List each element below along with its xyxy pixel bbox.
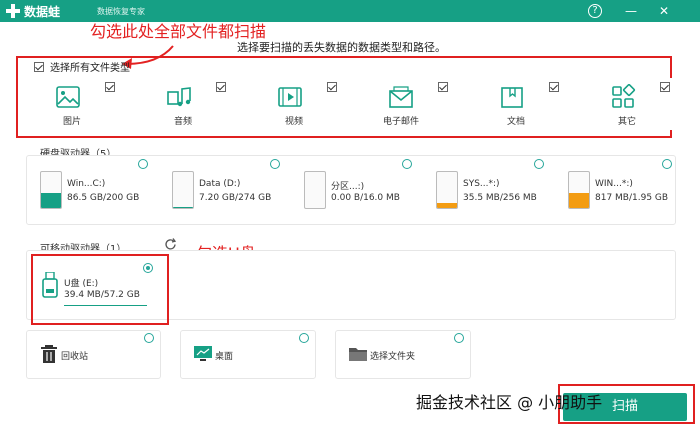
drive-radio[interactable] — [662, 159, 672, 169]
drive-size: 0.00 B/16.0 MB — [331, 193, 400, 203]
drive-name: WIN...*:) — [595, 179, 633, 189]
drive-icon — [436, 171, 458, 209]
drive-size: 35.5 MB/256 MB — [463, 193, 537, 203]
trash-icon — [41, 345, 57, 363]
location-recycle-bin[interactable]: 回收站 — [26, 330, 161, 379]
usb-usage-bar — [64, 305, 147, 306]
drive-usage-fill — [41, 192, 61, 208]
drive-size: 39.4 MB/57.2 GB — [64, 290, 140, 300]
type-label: 文档 — [507, 117, 526, 127]
type-checkbox[interactable] — [438, 82, 448, 92]
app-name: 数据蛙 — [24, 5, 61, 19]
type-checkbox[interactable] — [327, 82, 337, 92]
type-checkbox[interactable] — [549, 82, 559, 92]
drive-radio[interactable] — [402, 159, 412, 169]
type-card-other[interactable]: 其它 — [595, 78, 688, 130]
other-icon — [612, 84, 636, 108]
drive-item[interactable]: WIN...*:) 817 MB/1.95 GB — [568, 159, 692, 217]
drive-icon — [40, 171, 62, 209]
drive-usage-fill — [437, 202, 457, 208]
drive-usage-fill — [173, 206, 193, 208]
select-all-checkbox[interactable] — [34, 61, 44, 72]
usb-drive-item[interactable]: U盘 (E:) 39.4 MB/57.2 GB — [42, 263, 162, 316]
type-label: 电子邮件 — [383, 117, 420, 127]
drive-size: 7.20 GB/274 GB — [199, 193, 272, 203]
location-choose-folder[interactable]: 选择文件夹 — [335, 330, 471, 379]
drive-name: SYS...*:) — [463, 179, 500, 189]
location-radio[interactable] — [144, 333, 154, 343]
drive-item[interactable]: Data (D:) 7.20 GB/274 GB — [172, 159, 296, 217]
desktop-icon — [194, 346, 212, 361]
image-icon — [56, 86, 80, 108]
drive-name: 分区...:) — [331, 182, 365, 192]
mail-icon — [389, 86, 413, 108]
location-label: 回收站 — [61, 352, 89, 362]
drive-radio[interactable] — [138, 159, 148, 169]
minimize-button[interactable]: — — [622, 2, 640, 20]
type-label: 音频 — [174, 117, 193, 127]
location-label: 桌面 — [215, 352, 234, 362]
folder-icon — [349, 348, 367, 361]
type-label: 图片 — [63, 117, 82, 127]
music-icon — [167, 87, 191, 107]
location-desktop[interactable]: 桌面 — [180, 330, 316, 379]
drive-name: Data (D:) — [199, 179, 241, 189]
drive-radio[interactable] — [534, 159, 544, 169]
drive-name: Win...C:) — [67, 179, 106, 189]
type-card-video[interactable]: 视频 — [262, 78, 355, 130]
type-checkbox[interactable] — [660, 82, 670, 92]
location-radio[interactable] — [299, 333, 309, 343]
usb-radio[interactable] — [143, 263, 153, 273]
close-button[interactable]: ✕ — [655, 2, 673, 20]
drive-item[interactable]: Win...C:) 86.5 GB/200 GB — [40, 159, 164, 217]
type-card-audio[interactable]: 音频 — [151, 78, 244, 130]
help-icon[interactable]: ? — [588, 4, 602, 18]
app-subtitle: 数据恢复专家 — [97, 7, 145, 16]
type-checkbox[interactable] — [216, 82, 226, 92]
type-label: 其它 — [618, 117, 637, 127]
type-label: 视频 — [285, 117, 304, 127]
app-logo-icon — [6, 4, 20, 18]
watermark-text: 掘金技术社区 @ 小朋助手 — [416, 393, 603, 412]
drive-item[interactable]: 分区...:) 0.00 B/16.0 MB — [304, 159, 428, 217]
type-card-email[interactable]: 电子邮件 — [373, 78, 466, 130]
video-icon — [278, 87, 302, 107]
drive-icon — [304, 171, 326, 209]
drive-icon — [172, 171, 194, 209]
type-card-image[interactable]: 图片 — [40, 78, 133, 130]
drive-usage-fill — [569, 192, 589, 208]
drive-size: 817 MB/1.95 GB — [595, 193, 669, 203]
page-subtitle: 选择要扫描的丢失数据的数据类型和路径。 — [237, 41, 446, 54]
type-checkbox[interactable] — [105, 82, 115, 92]
drive-size: 86.5 GB/200 GB — [67, 193, 140, 203]
location-radio[interactable] — [454, 333, 464, 343]
select-all-label: 选择所有文件类型 — [50, 63, 130, 74]
type-card-document[interactable]: 文档 — [484, 78, 577, 130]
drive-item[interactable]: SYS...*:) 35.5 MB/256 MB — [436, 159, 560, 217]
drive-name: U盘 (E:) — [64, 279, 99, 289]
drive-radio[interactable] — [270, 159, 280, 169]
drive-icon — [568, 171, 590, 209]
select-all-types[interactable]: 选择所有文件类型 — [34, 59, 130, 74]
usb-icon — [42, 272, 58, 298]
document-icon — [501, 87, 523, 108]
location-label: 选择文件夹 — [370, 352, 416, 362]
